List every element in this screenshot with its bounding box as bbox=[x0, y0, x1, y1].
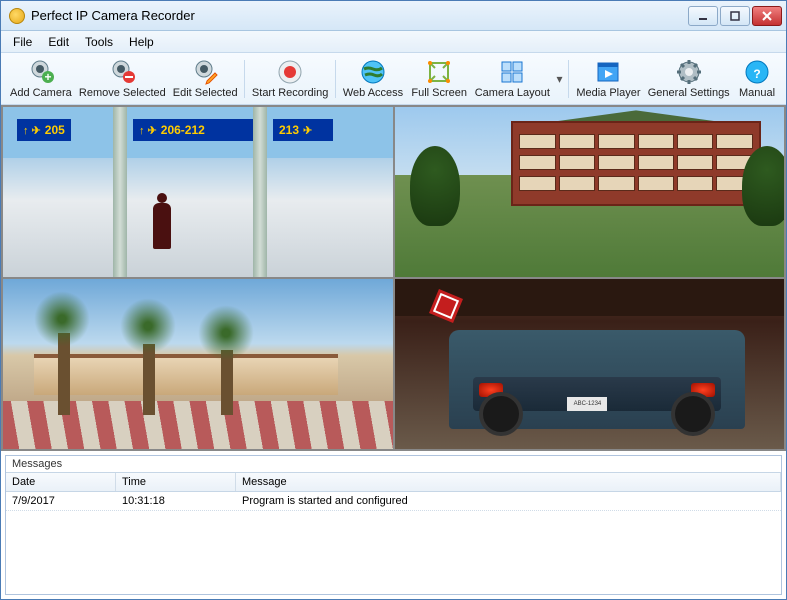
grid-layout-icon bbox=[498, 58, 526, 86]
camera-layout-button[interactable]: Camera Layout bbox=[472, 55, 552, 103]
messages-header: Date Time Message bbox=[6, 472, 781, 492]
app-window: Perfect IP Camera Recorder File Edit Too… bbox=[0, 0, 787, 600]
camera-minus-icon bbox=[108, 58, 136, 86]
close-button[interactable] bbox=[752, 6, 782, 26]
fullscreen-icon bbox=[425, 58, 453, 86]
camera-feed-4[interactable]: ABC-1234 bbox=[395, 279, 785, 449]
toolbar-separator bbox=[568, 60, 569, 98]
general-settings-button[interactable]: General Settings bbox=[645, 55, 732, 103]
airport-sign: ↑ ✈ 206-212 bbox=[133, 119, 253, 141]
menu-edit[interactable]: Edit bbox=[40, 32, 77, 52]
window-title: Perfect IP Camera Recorder bbox=[31, 8, 688, 23]
message-row[interactable]: 7/9/2017 10:31:18 Program is started and… bbox=[6, 492, 781, 511]
toolbar-separator bbox=[335, 60, 336, 98]
camera-plus-icon: + bbox=[27, 58, 55, 86]
record-icon bbox=[276, 58, 304, 86]
menu-file[interactable]: File bbox=[5, 32, 40, 52]
svg-text:?: ? bbox=[753, 67, 760, 81]
edit-selected-button[interactable]: Edit Selected bbox=[170, 55, 241, 103]
help-icon: ? bbox=[743, 58, 771, 86]
start-recording-button[interactable]: Start Recording bbox=[249, 55, 330, 103]
media-player-icon bbox=[594, 58, 622, 86]
camera-feed-1[interactable]: ↑ ✈ 205 ↑ ✈ 206-212 213 ✈ bbox=[3, 107, 393, 277]
media-player-button[interactable]: Media Player bbox=[573, 55, 643, 103]
camera-grid: ↑ ✈ 205 ↑ ✈ 206-212 213 ✈ bbox=[1, 105, 786, 451]
svg-text:+: + bbox=[44, 70, 51, 84]
col-date[interactable]: Date bbox=[6, 473, 116, 491]
toolbar: + Add Camera Remove Selected Edit Select… bbox=[1, 53, 786, 105]
remove-selected-button[interactable]: Remove Selected bbox=[77, 55, 168, 103]
airport-sign: ↑ ✈ 205 bbox=[17, 119, 71, 141]
col-message[interactable]: Message bbox=[236, 473, 781, 491]
messages-title: Messages bbox=[6, 456, 781, 472]
col-time[interactable]: Time bbox=[116, 473, 236, 491]
menubar: File Edit Tools Help bbox=[1, 31, 786, 53]
manual-button[interactable]: ? Manual bbox=[734, 55, 780, 103]
minimize-button[interactable] bbox=[688, 6, 718, 26]
camera-layout-dropdown[interactable]: ▾ bbox=[554, 72, 564, 86]
maximize-button[interactable] bbox=[720, 6, 750, 26]
airport-sign: 213 ✈ bbox=[273, 119, 333, 141]
camera-feed-3[interactable] bbox=[3, 279, 393, 449]
add-camera-button[interactable]: + Add Camera bbox=[7, 55, 75, 103]
globe-icon bbox=[359, 58, 387, 86]
license-plate: ABC-1234 bbox=[567, 397, 607, 411]
gear-icon bbox=[675, 58, 703, 86]
titlebar[interactable]: Perfect IP Camera Recorder bbox=[1, 1, 786, 31]
menu-help[interactable]: Help bbox=[121, 32, 162, 52]
window-controls bbox=[688, 6, 782, 26]
web-access-button[interactable]: Web Access bbox=[340, 55, 406, 103]
camera-edit-icon bbox=[191, 58, 219, 86]
messages-panel: Messages Date Time Message 7/9/2017 10:3… bbox=[5, 455, 782, 595]
app-icon bbox=[9, 8, 25, 24]
full-screen-button[interactable]: Full Screen bbox=[408, 55, 470, 103]
menu-tools[interactable]: Tools bbox=[77, 32, 121, 52]
camera-feed-2[interactable] bbox=[395, 107, 785, 277]
toolbar-separator bbox=[244, 60, 245, 98]
